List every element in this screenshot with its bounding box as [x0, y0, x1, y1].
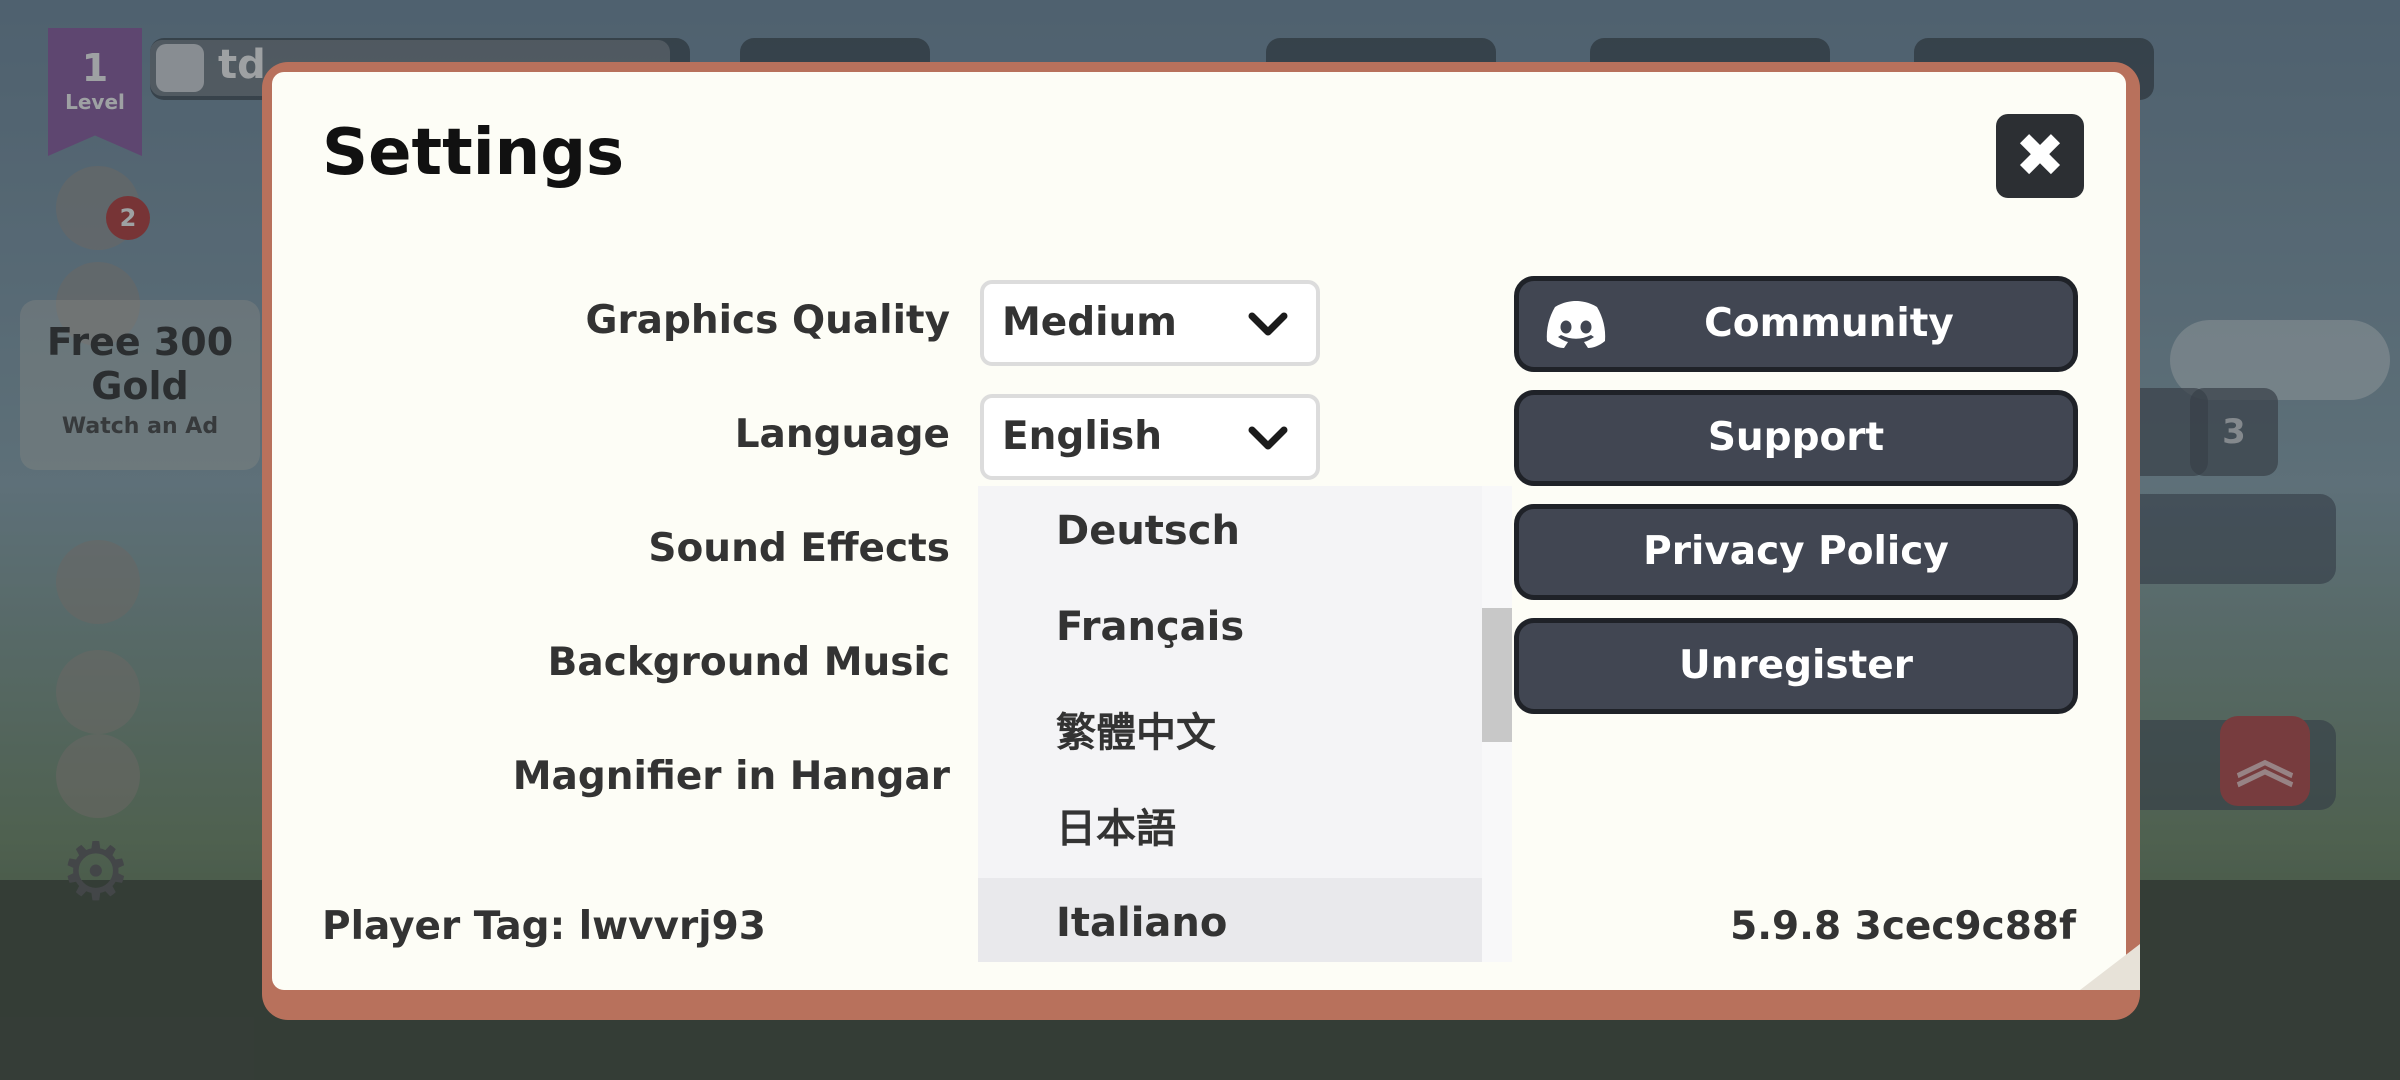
privacy-policy-label: Privacy Policy: [1643, 529, 1949, 574]
sound-effects-label: Sound Effects: [648, 526, 950, 571]
page-title: Settings: [322, 116, 625, 190]
community-button[interactable]: Community: [1514, 276, 2078, 372]
language-option-francais[interactable]: Français: [978, 582, 1482, 678]
privacy-policy-button[interactable]: Privacy Policy: [1514, 504, 2078, 600]
language-select[interactable]: English: [980, 394, 1320, 480]
close-button[interactable]: ✖: [1996, 114, 2084, 198]
language-option-italiano[interactable]: Italiano: [978, 878, 1482, 962]
language-option-label: Italiano: [1056, 900, 1228, 946]
language-value: English: [1002, 414, 1163, 459]
language-option-japanese[interactable]: 日本語: [978, 774, 1482, 870]
player-tag: Player Tag: lwvvrj93: [322, 904, 766, 949]
dropdown-scrollbar-track[interactable]: [1482, 486, 1512, 962]
unregister-button[interactable]: Unregister: [1514, 618, 2078, 714]
community-label: Community: [1704, 301, 1954, 346]
support-button[interactable]: Support: [1514, 390, 2078, 486]
language-option-label: 繁體中文: [1056, 710, 1216, 756]
unregister-label: Unregister: [1679, 643, 1913, 688]
language-dropdown-list[interactable]: Deutsch Français 繁體中文 日本語 Italiano: [978, 486, 1512, 962]
language-option-label: 日本語: [1056, 806, 1176, 852]
close-icon: ✖: [2014, 121, 2066, 191]
background-music-label: Background Music: [547, 640, 950, 685]
graphics-quality-label: Graphics Quality: [585, 298, 950, 343]
support-label: Support: [1707, 415, 1885, 460]
graphics-quality-value: Medium: [1002, 300, 1177, 345]
dropdown-scrollbar-thumb[interactable]: [1482, 608, 1512, 742]
chevron-down-icon: [1248, 426, 1288, 450]
language-option-label: Français: [1056, 604, 1245, 650]
language-option-deutsch[interactable]: Deutsch: [978, 486, 1482, 582]
language-label: Language: [734, 412, 950, 457]
language-option-traditional-chinese[interactable]: 繁體中文: [978, 678, 1482, 774]
graphics-quality-select[interactable]: Medium: [980, 280, 1320, 366]
language-option-label: Deutsch: [1056, 508, 1240, 554]
chevron-down-icon: [1248, 312, 1288, 336]
version-label: 5.9.8 3cec9c88f: [1730, 904, 2076, 949]
magnifier-in-hangar-label: Magnifier in Hangar: [512, 754, 950, 799]
